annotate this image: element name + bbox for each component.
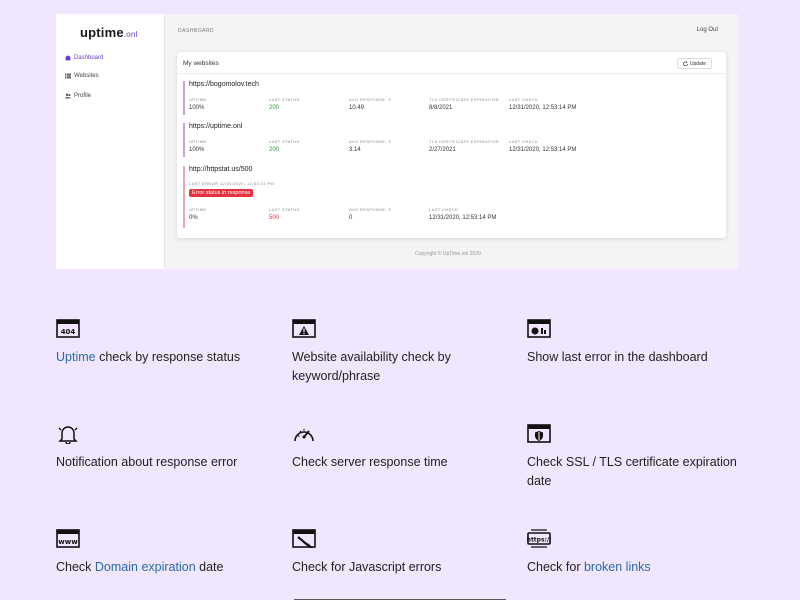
website-row[interactable]: http://httpstat.us/500 LAST ERROR 12/31/… <box>183 166 719 228</box>
website-row[interactable]: https://uptime.onl UPTIME 100% LAST STATU… <box>183 123 719 157</box>
update-button[interactable]: Update <box>676 58 712 69</box>
topbar: DASHBOARD Log Out <box>165 14 738 48</box>
website-row[interactable]: https://bogomolov.tech UPTIME 100% LAST S… <box>183 81 719 115</box>
feature-text: Check for Javascript errors <box>292 560 442 574</box>
metric-avg-response: AVG RESPONSE, S0 <box>349 207 392 221</box>
website-url[interactable]: http://httpstat.us/500 <box>189 166 252 173</box>
error-badge: Error status in response <box>189 189 254 197</box>
metric-tls-expiration: TLS CERTIFICATE EXPIRATION 2/27/2021 <box>429 139 499 153</box>
metric-last-status: LAST STATUS 500 <box>269 207 300 221</box>
sidebar-item-websites[interactable]: Websites <box>65 73 99 79</box>
feature-link[interactable]: Domain expiration <box>95 560 196 574</box>
feature-text: Check SSL / TLS certificate expiration d… <box>527 455 737 488</box>
feature-text: Show last error in the dashboard <box>527 350 708 364</box>
feature-text: Check for broken links <box>527 560 651 574</box>
copyright: Copyright © UpTime.onl 2020 <box>415 251 481 257</box>
speedometer-icon <box>294 429 314 442</box>
404-browser-icon: 404 <box>56 319 80 338</box>
sidebar-item-dashboard[interactable]: Dashboard <box>65 55 103 61</box>
metric-avg-response: AVG RESPONSE, S 10.49 <box>349 97 392 111</box>
sidebar-item-profile[interactable]: Profile <box>65 93 91 99</box>
feature-text: Notification about response error <box>56 455 238 469</box>
https-link-icon: https:// <box>527 529 551 548</box>
list-icon <box>65 73 71 79</box>
users-icon <box>65 93 71 99</box>
feature-text: Check Domain expiration date <box>56 560 224 574</box>
svg-text:404: 404 <box>61 328 76 336</box>
metric-last-check: LAST CHECK 12/31/2020, 12:53:14 PM <box>509 97 577 111</box>
website-url[interactable]: https://bogomolov.tech <box>189 81 259 88</box>
svg-text:www: www <box>58 538 78 546</box>
card-title: My websites <box>183 60 219 67</box>
metric-last-status: LAST STATUS 200 <box>269 97 300 111</box>
metric-uptime: UPTIME 0% <box>189 207 207 221</box>
feature-link[interactable]: Uptime <box>56 350 96 364</box>
dashboard-icon <box>65 55 71 61</box>
metric-avg-response: AVG RESPONSE, S 3.14 <box>349 139 392 153</box>
feature-text: Check server response time <box>292 455 448 469</box>
metric-uptime: UPTIME 100% <box>189 139 207 153</box>
websites-card: My websites Update https://bogomolov.tec… <box>177 52 726 238</box>
feature-text: Website availability check by keyword/ph… <box>292 350 451 383</box>
svg-text:https://: https:// <box>527 537 551 544</box>
last-error-label: LAST ERROR 12/31/2020, 12:53:14 PM <box>189 181 275 186</box>
dashboard-browser-icon <box>527 319 551 338</box>
metric-last-check: LAST CHECK 12/31/2020, 12:53:14 PM <box>429 207 497 221</box>
bell-icon <box>58 426 78 444</box>
sidebar: uptime.onl Dashboard Websites Profile <box>56 14 165 269</box>
warning-browser-icon <box>292 319 316 338</box>
metric-tls-expiration: TLS CERTIFICATE EXPIRATION 8/8/2021 <box>429 97 499 111</box>
shield-browser-icon <box>527 424 551 443</box>
feature-text: Uptime check by response status <box>56 350 241 364</box>
metric-last-status: LAST STATUS 200 <box>269 139 300 153</box>
metric-last-check: LAST CHECK 12/31/2020, 12:53:14 PM <box>509 139 577 153</box>
logout-link[interactable]: Log Out <box>697 27 718 33</box>
website-url[interactable]: https://uptime.onl <box>189 123 242 130</box>
app-logo[interactable]: uptime.onl <box>80 25 138 40</box>
card-header: My websites Update <box>177 52 726 74</box>
js-error-browser-icon <box>292 529 316 548</box>
www-browser-icon: www <box>56 529 80 548</box>
metric-uptime: UPTIME 100% <box>189 97 207 111</box>
refresh-icon <box>683 61 688 66</box>
dashboard-screenshot: uptime.onl Dashboard Websites Profile DA… <box>56 14 738 269</box>
breadcrumb: DASHBOARD <box>178 28 215 34</box>
feature-link[interactable]: broken links <box>584 560 651 574</box>
